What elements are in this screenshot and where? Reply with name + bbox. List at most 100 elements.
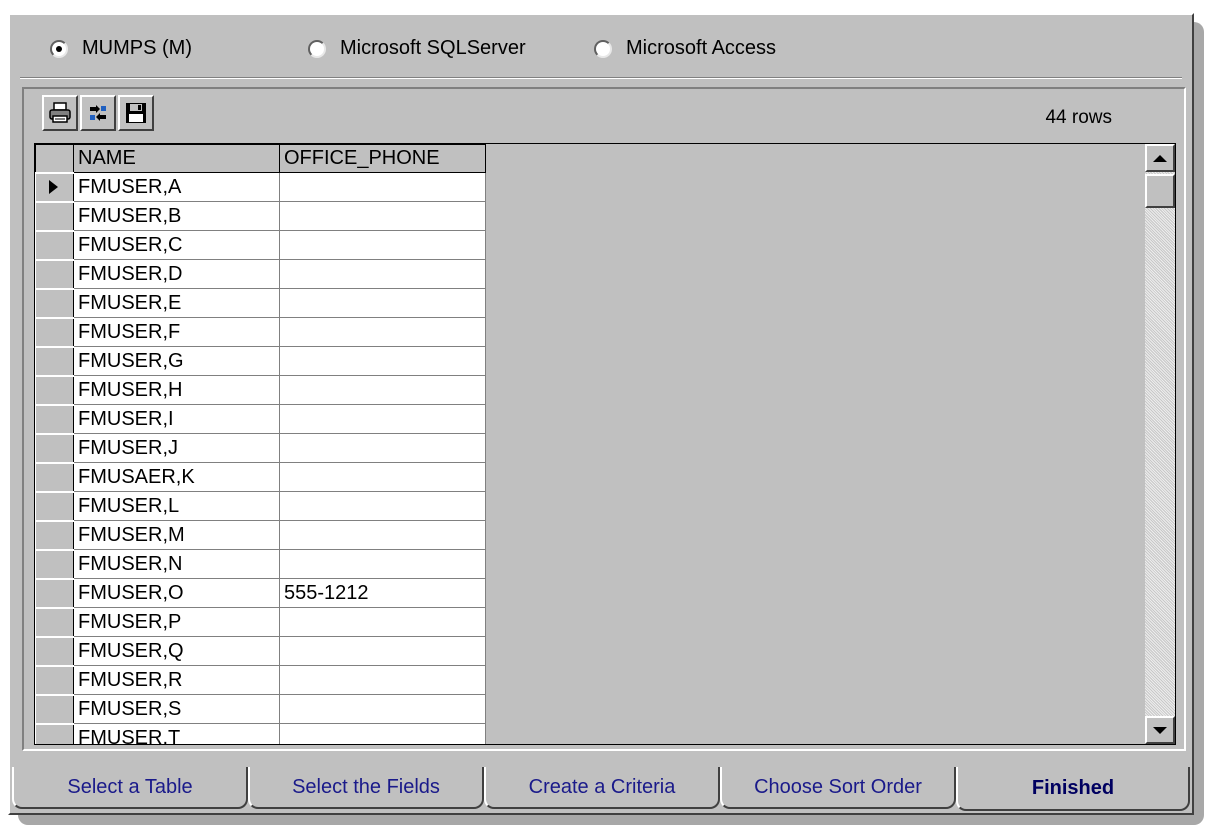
table-row[interactable]: FMUSER,B bbox=[35, 200, 486, 231]
cell-office-phone[interactable] bbox=[279, 607, 486, 637]
table-row[interactable]: FMUSER,I bbox=[35, 403, 486, 434]
row-selector[interactable] bbox=[35, 664, 74, 695]
row-selector-header[interactable] bbox=[35, 144, 74, 173]
cell-name[interactable]: FMUSER,J bbox=[73, 433, 280, 463]
scroll-thumb[interactable] bbox=[1145, 174, 1175, 208]
column-header-office-phone[interactable]: OFFICE_PHONE bbox=[279, 144, 486, 173]
tab-choose-sort-order[interactable]: Choose Sort Order bbox=[720, 767, 956, 809]
radio-access[interactable]: Microsoft Access bbox=[594, 37, 776, 60]
cell-office-phone[interactable]: 555-1212 bbox=[279, 578, 486, 608]
table-row[interactable]: FMUSER,C bbox=[35, 229, 486, 260]
row-selector[interactable] bbox=[35, 606, 74, 637]
cell-name[interactable]: FMUSER,L bbox=[73, 491, 280, 521]
data-grid[interactable]: NAME OFFICE_PHONE FMUSER,A FMUSER,B FMUSER… bbox=[34, 143, 1176, 745]
cell-office-phone[interactable] bbox=[279, 404, 486, 434]
table-row[interactable]: FMUSER,L bbox=[35, 490, 486, 521]
table-row[interactable]: FMUSER,D bbox=[35, 258, 486, 289]
cell-name[interactable]: FMUSER,D bbox=[73, 259, 280, 289]
cell-office-phone[interactable] bbox=[279, 636, 486, 666]
cell-office-phone[interactable] bbox=[279, 317, 486, 347]
table-row[interactable]: FMUSER,R bbox=[35, 664, 486, 695]
row-selector[interactable] bbox=[35, 548, 74, 579]
row-selector[interactable] bbox=[35, 577, 74, 608]
scroll-down-button[interactable] bbox=[1145, 716, 1175, 744]
tab-create-a-criteria[interactable]: Create a Criteria bbox=[484, 767, 720, 809]
row-selector[interactable] bbox=[35, 316, 74, 347]
vertical-scrollbar[interactable] bbox=[1145, 144, 1175, 744]
table-row[interactable]: FMUSER,E bbox=[35, 287, 486, 318]
tab-select-a-table[interactable]: Select a Table bbox=[12, 767, 248, 809]
cell-office-phone[interactable] bbox=[279, 288, 486, 318]
table-row[interactable]: FMUSER,S bbox=[35, 693, 486, 724]
table-row[interactable]: FMUSER,J bbox=[35, 432, 486, 463]
cell-name[interactable]: FMUSER,I bbox=[73, 404, 280, 434]
table-row[interactable]: FMUSAER,K bbox=[35, 461, 486, 492]
row-selector[interactable] bbox=[35, 287, 74, 318]
row-selector[interactable] bbox=[35, 374, 74, 405]
row-selector[interactable] bbox=[35, 722, 74, 744]
table-row[interactable]: FMUSER,A bbox=[35, 171, 486, 202]
cell-office-phone[interactable] bbox=[279, 491, 486, 521]
row-selector[interactable] bbox=[35, 519, 74, 550]
cell-name[interactable]: FMUSER,F bbox=[73, 317, 280, 347]
row-selector[interactable] bbox=[35, 693, 74, 724]
cell-name[interactable]: FMUSER,M bbox=[73, 520, 280, 550]
cell-office-phone[interactable] bbox=[279, 346, 486, 376]
cell-name[interactable]: FMUSER,A bbox=[73, 172, 280, 202]
cell-office-phone[interactable] bbox=[279, 375, 486, 405]
table-row[interactable]: FMUSER,N bbox=[35, 548, 486, 579]
cell-office-phone[interactable] bbox=[279, 433, 486, 463]
cell-name[interactable]: FMUSER,G bbox=[73, 346, 280, 376]
table-row[interactable]: FMUSER,M bbox=[35, 519, 486, 550]
cell-name[interactable]: FMUSER,N bbox=[73, 549, 280, 579]
cell-name[interactable]: FMUSER,C bbox=[73, 230, 280, 260]
datasource-radio-group: MUMPS (M) Microsoft SQLServer Microsoft … bbox=[10, 15, 1192, 77]
row-selector[interactable] bbox=[35, 345, 74, 376]
cell-office-phone[interactable] bbox=[279, 201, 486, 231]
fields-button[interactable] bbox=[80, 95, 116, 131]
table-row[interactable]: FMUSER,O 555-1212 bbox=[35, 577, 486, 608]
tab-select-the-fields[interactable]: Select the Fields bbox=[248, 767, 484, 809]
row-selector[interactable] bbox=[35, 403, 74, 434]
cell-office-phone[interactable] bbox=[279, 665, 486, 695]
row-selector[interactable] bbox=[35, 461, 74, 492]
print-button[interactable] bbox=[42, 95, 78, 131]
row-selector[interactable] bbox=[35, 490, 74, 521]
cell-name[interactable]: FMUSER,H bbox=[73, 375, 280, 405]
cell-office-phone[interactable] bbox=[279, 259, 486, 289]
cell-office-phone[interactable] bbox=[279, 694, 486, 724]
table-row[interactable]: FMUSER,P bbox=[35, 606, 486, 637]
cell-name[interactable]: FMUSER,R bbox=[73, 665, 280, 695]
cell-name[interactable]: FMUSAER,K bbox=[73, 462, 280, 492]
cell-name[interactable]: FMUSER,B bbox=[73, 201, 280, 231]
table-row[interactable]: FMUSER,G bbox=[35, 345, 486, 376]
row-selector[interactable] bbox=[35, 432, 74, 463]
table-row[interactable]: FMUSER,F bbox=[35, 316, 486, 347]
cell-office-phone[interactable] bbox=[279, 549, 486, 579]
row-selector[interactable] bbox=[35, 171, 74, 202]
row-selector[interactable] bbox=[35, 229, 74, 260]
cell-name[interactable]: FMUSER,P bbox=[73, 607, 280, 637]
table-row[interactable]: FMUSER,Q bbox=[35, 635, 486, 666]
radio-mumps[interactable]: MUMPS (M) bbox=[50, 37, 192, 60]
cell-name[interactable]: FMUSER,Q bbox=[73, 636, 280, 666]
cell-office-phone[interactable] bbox=[279, 462, 486, 492]
row-selector[interactable] bbox=[35, 258, 74, 289]
cell-name[interactable]: FMUSER,T bbox=[73, 723, 280, 744]
cell-office-phone[interactable] bbox=[279, 520, 486, 550]
table-row[interactable]: FMUSER,H bbox=[35, 374, 486, 405]
tab-finished[interactable]: Finished bbox=[956, 767, 1190, 811]
scroll-up-button[interactable] bbox=[1145, 144, 1175, 172]
table-row[interactable]: FMUSER,T bbox=[35, 722, 486, 744]
cell-office-phone[interactable] bbox=[279, 172, 486, 202]
cell-name[interactable]: FMUSER,O bbox=[73, 578, 280, 608]
row-selector[interactable] bbox=[35, 635, 74, 666]
cell-office-phone[interactable] bbox=[279, 723, 486, 744]
column-header-name[interactable]: NAME bbox=[73, 144, 280, 173]
cell-name[interactable]: FMUSER,S bbox=[73, 694, 280, 724]
cell-name[interactable]: FMUSER,E bbox=[73, 288, 280, 318]
save-button[interactable] bbox=[118, 95, 154, 131]
cell-office-phone[interactable] bbox=[279, 230, 486, 260]
row-selector[interactable] bbox=[35, 200, 74, 231]
radio-sqlserver[interactable]: Microsoft SQLServer bbox=[308, 37, 526, 60]
